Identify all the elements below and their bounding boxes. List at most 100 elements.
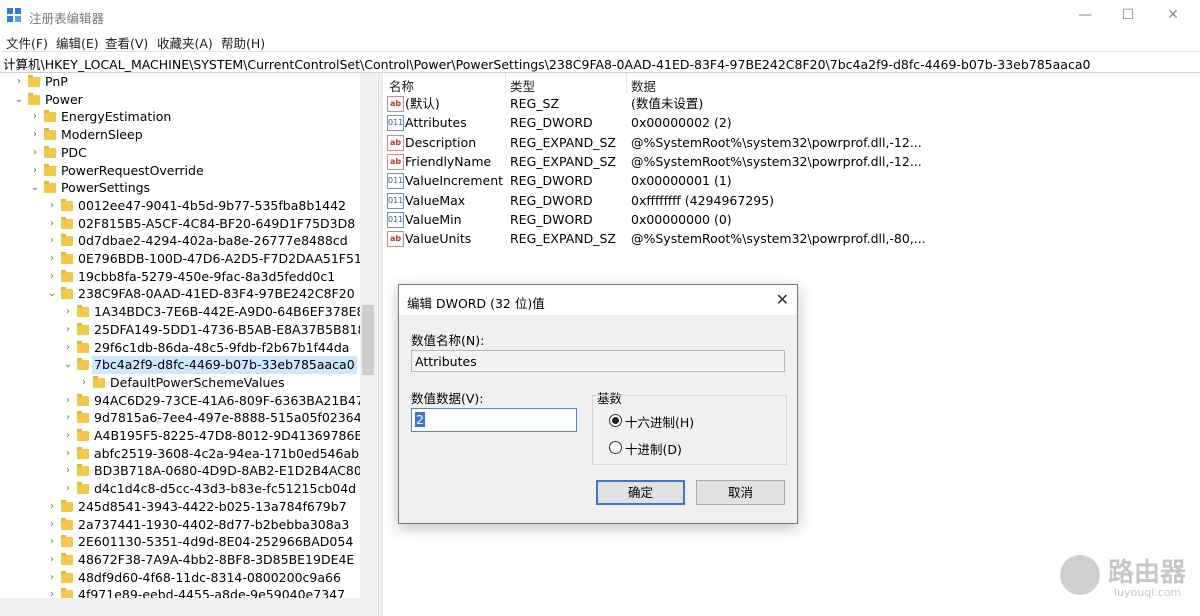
- tree-node[interactable]: › PowerRequestOverride: [0, 162, 360, 180]
- folder-icon: [77, 340, 89, 353]
- tree-node[interactable]: ⌄ 7bc4a2f9-d8fc-4469-b07b-33eb785aaca0: [0, 356, 360, 375]
- tree-scroll-thumb[interactable]: [362, 305, 374, 375]
- chevron-right-icon[interactable]: ›: [46, 569, 58, 587]
- menu-help[interactable]: 帮助(H): [221, 33, 265, 52]
- tree-node[interactable]: › ModernSleep: [0, 126, 360, 144]
- tree-node[interactable]: › 0012ee47-9041-4b5d-9b77-535fba8b1442: [0, 197, 360, 215]
- column-divider[interactable]: [505, 73, 506, 93]
- tree-node[interactable]: › 2a737441-1930-4402-8d77-b2bebba308a3: [0, 516, 360, 534]
- chevron-right-icon[interactable]: ›: [62, 321, 74, 339]
- tree-node[interactable]: › abfc2519-3608-4c2a-94ea-171b0ed546ab: [0, 445, 360, 463]
- ok-button[interactable]: 确定: [596, 480, 685, 505]
- hex-radio-label[interactable]: 十六进制(H): [625, 412, 694, 431]
- menu-view[interactable]: 查看(V): [105, 33, 148, 52]
- value-row[interactable]: ab Description REG_EXPAND_SZ @%SystemRoot%\…: [383, 133, 1200, 152]
- chevron-right-icon[interactable]: ›: [46, 232, 58, 250]
- menu-file[interactable]: 文件(F): [6, 33, 48, 52]
- chevron-right-icon[interactable]: ›: [62, 480, 74, 498]
- tree-node[interactable]: › 48df9d60-4f68-11dc-8314-0800200c9a66: [0, 569, 360, 587]
- chevron-right-icon[interactable]: ›: [46, 498, 58, 516]
- value-row[interactable]: ab (默认) REG_SZ (数值未设置): [383, 94, 1200, 113]
- chevron-down-icon[interactable]: ⌄: [13, 91, 25, 109]
- column-name-header[interactable]: 名称: [389, 76, 414, 95]
- chevron-right-icon[interactable]: ›: [46, 551, 58, 569]
- chevron-right-icon[interactable]: ›: [46, 215, 58, 233]
- tree-node[interactable]: ⌄ 238C9FA8-0AAD-41ED-83F4-97BE242C8F20: [0, 285, 360, 303]
- chevron-right-icon[interactable]: ›: [46, 268, 58, 286]
- value-data-input[interactable]: 2: [411, 408, 577, 432]
- close-button[interactable]: ✕: [1150, 0, 1196, 31]
- tree-node[interactable]: › 1A34BDC3-7E6B-442E-A9D0-64B6EF378E84: [0, 303, 372, 321]
- tree-node[interactable]: › 94AC6D29-73CE-41A6-809F-6363BA21B47E: [0, 392, 372, 410]
- chevron-right-icon[interactable]: ›: [29, 162, 41, 180]
- tree-node[interactable]: › 2E601130-5351-4d9d-8E04-252966BAD054: [0, 533, 360, 551]
- chevron-right-icon[interactable]: ›: [62, 445, 74, 463]
- maximize-button[interactable]: ☐: [1105, 0, 1151, 31]
- column-data-header[interactable]: 数据: [631, 76, 656, 95]
- watermark-text: 路由器: [1108, 558, 1187, 588]
- chevron-right-icon[interactable]: ›: [62, 427, 74, 445]
- tree-node[interactable]: › 25DFA149-5DD1-4736-B5AB-E8A37B5B8187: [0, 321, 373, 339]
- watermark-subtext: luyouqi.com: [1114, 586, 1182, 599]
- tree-node[interactable]: › 29f6c1db-86da-48c5-9fdb-f2b67b1f44da: [0, 339, 360, 357]
- chevron-right-icon[interactable]: ›: [29, 126, 41, 144]
- chevron-right-icon[interactable]: ›: [62, 409, 74, 427]
- tree-node[interactable]: › 48672F38-7A9A-4bb2-8BF8-3D85BE19DE4E: [0, 551, 360, 569]
- tree-node[interactable]: › BD3B718A-0680-4D9D-8AB2-E1D2B4AC806D: [0, 462, 376, 480]
- tree-node[interactable]: › DefaultPowerSchemeValues: [0, 374, 360, 392]
- tree-node[interactable]: › A4B195F5-8225-47D8-8012-9D41369786E2: [0, 427, 370, 445]
- value-row[interactable]: 011 ValueMin REG_DWORD 0x00000000 (0): [383, 210, 1200, 229]
- value-row[interactable]: ab ValueUnits REG_EXPAND_SZ @%SystemRoot%\s…: [383, 229, 1200, 248]
- chevron-right-icon[interactable]: ›: [46, 250, 58, 268]
- tree-node[interactable]: › 0E796BDB-100D-47D6-A2D5-F7D2DAA51F51: [0, 250, 362, 268]
- tree-node[interactable]: ⌄ Power: [0, 91, 360, 109]
- column-type-header[interactable]: 类型: [510, 76, 535, 95]
- menu-favorites[interactable]: 收藏夹(A): [157, 33, 213, 52]
- chevron-right-icon[interactable]: ›: [46, 533, 58, 551]
- tree-node[interactable]: › d4c1d4c8-d5cc-43d3-b83e-fc51215cb04d: [0, 480, 360, 498]
- chevron-right-icon[interactable]: ›: [62, 303, 74, 321]
- chevron-right-icon[interactable]: ›: [62, 462, 74, 480]
- folder-icon: [77, 411, 89, 424]
- chevron-down-icon[interactable]: ⌄: [62, 356, 74, 374]
- folder-icon: [61, 287, 73, 300]
- title-bar: 注册表编辑器 — ☐ ✕: [0, 0, 1200, 31]
- dialog-close-icon[interactable]: ✕: [776, 290, 789, 309]
- value-row[interactable]: 011 ValueIncrement REG_DWORD 0x00000001 (1): [383, 171, 1200, 190]
- tree-node-label: abfc2519-3608-4c2a-94ea-171b0ed546ab: [94, 445, 360, 461]
- menu-edit[interactable]: 编辑(E): [56, 33, 99, 52]
- tree-node[interactable]: › 19cbb8fa-5279-450e-9fac-8a3d5fedd0c1: [0, 268, 360, 286]
- tree-node[interactable]: › 9d7815a6-7ee4-497e-8888-515a05f02364: [0, 409, 362, 427]
- tree-horizontal-scrollbar[interactable]: [0, 598, 377, 616]
- value-row[interactable]: 011 Attributes REG_DWORD 0x00000002 (2): [383, 113, 1200, 132]
- dec-radio[interactable]: [609, 441, 622, 454]
- address-path[interactable]: 计算机\HKEY_LOCAL_MACHINE\SYSTEM\CurrentCon…: [3, 54, 1090, 73]
- column-divider[interactable]: [626, 73, 627, 93]
- chevron-right-icon[interactable]: ›: [29, 108, 41, 126]
- chevron-right-icon[interactable]: ›: [46, 197, 58, 215]
- tree-node[interactable]: ⌄ PowerSettings: [0, 179, 360, 197]
- tree-node[interactable]: › 245d8541-3943-4422-b025-13a784f679b7: [0, 498, 360, 516]
- chevron-right-icon[interactable]: ›: [13, 73, 25, 91]
- chevron-right-icon[interactable]: ›: [78, 374, 90, 392]
- minimize-button[interactable]: —: [1062, 0, 1108, 31]
- tree-node[interactable]: › PDC: [0, 144, 360, 162]
- tree-node[interactable]: › EnergyEstimation: [0, 108, 360, 126]
- tree-node[interactable]: › PnP: [0, 73, 360, 91]
- tree-node[interactable]: › 0d7dbae2-4294-402a-ba8e-26777e8488cd: [0, 232, 360, 250]
- address-bar[interactable]: 计算机\HKEY_LOCAL_MACHINE\SYSTEM\CurrentCon…: [0, 51, 1200, 73]
- tree-node[interactable]: › 02F815B5-A5CF-4C84-BF20-649D1F75D3D8: [0, 215, 360, 233]
- folder-icon: [28, 75, 40, 87]
- value-row[interactable]: 011 ValueMax REG_DWORD 0xffffffff (42949672…: [383, 191, 1200, 210]
- hex-radio[interactable]: [609, 414, 622, 427]
- chevron-right-icon[interactable]: ›: [46, 516, 58, 534]
- chevron-right-icon[interactable]: ›: [62, 392, 74, 410]
- chevron-down-icon[interactable]: ⌄: [46, 285, 58, 303]
- dec-radio-label[interactable]: 十进制(D): [625, 439, 682, 458]
- string-value-icon: ab: [387, 134, 404, 151]
- chevron-right-icon[interactable]: ›: [62, 339, 74, 357]
- chevron-down-icon[interactable]: ⌄: [29, 179, 41, 197]
- chevron-right-icon[interactable]: ›: [29, 144, 41, 162]
- value-row[interactable]: ab FriendlyName REG_EXPAND_SZ @%SystemRoot%…: [383, 152, 1200, 171]
- cancel-button[interactable]: 取消: [696, 480, 785, 505]
